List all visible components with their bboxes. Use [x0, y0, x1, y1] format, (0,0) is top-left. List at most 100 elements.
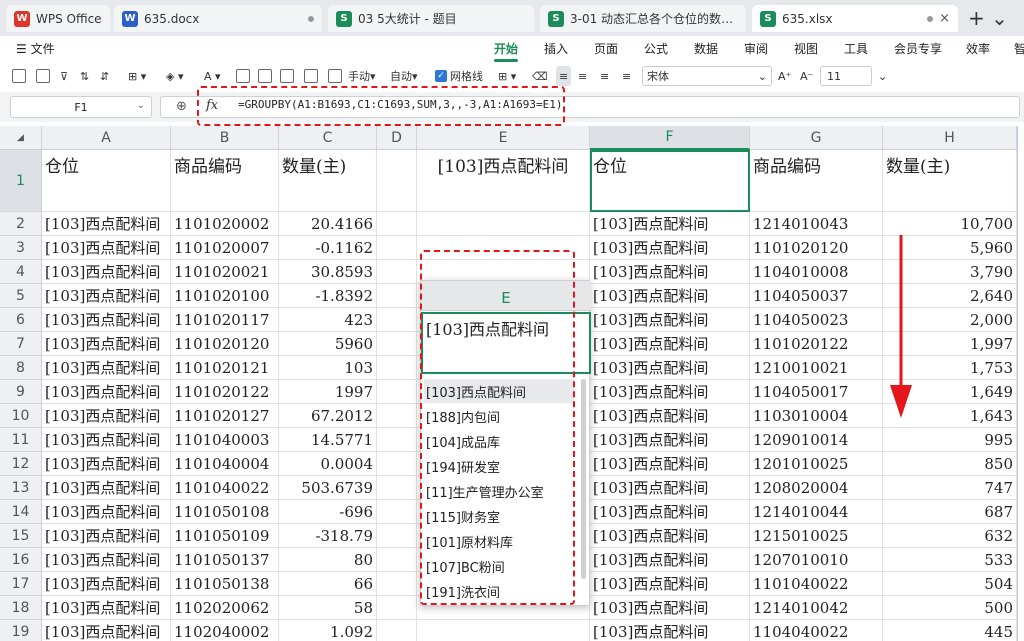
cell-C7[interactable]: 5960	[279, 332, 377, 356]
clear-icon[interactable]: ⌫	[532, 66, 548, 86]
menu-item[interactable]: 审阅	[744, 40, 768, 57]
row-header[interactable]: 15	[0, 524, 42, 548]
cell-C16[interactable]: 80	[279, 548, 377, 572]
menu-item[interactable]: 开始	[494, 40, 518, 57]
cell-G11[interactable]: 1209010014	[750, 428, 883, 452]
cell-A19[interactable]: [103]西点配料间	[42, 620, 171, 641]
column-header-C[interactable]: C	[279, 126, 377, 150]
menu-item[interactable]: 智	[1014, 40, 1024, 57]
cell-E2[interactable]	[417, 212, 590, 236]
align-right-icon[interactable]: ≡	[600, 66, 609, 86]
cell-B19[interactable]: 1102040002	[171, 620, 279, 641]
cell-B16[interactable]: 1101050137	[171, 548, 279, 572]
cell-B7[interactable]: 1101020120	[171, 332, 279, 356]
paint-format-icon[interactable]	[12, 66, 26, 86]
cell-G10[interactable]: 1103010004	[750, 404, 883, 428]
cell-A16[interactable]: [103]西点配料间	[42, 548, 171, 572]
cell-A5[interactable]: [103]西点配料间	[42, 284, 171, 308]
cell-A3[interactable]: [103]西点配料间	[42, 236, 171, 260]
column-header-H[interactable]: H	[883, 126, 1017, 150]
menu-item[interactable]: 插入	[544, 40, 568, 57]
row-header[interactable]: 4	[0, 260, 42, 284]
justify-icon[interactable]: ≡	[622, 66, 631, 86]
row-header[interactable]: 3	[0, 236, 42, 260]
row-header[interactable]: 17	[0, 572, 42, 596]
cell-G19[interactable]: 1104040022	[750, 620, 883, 641]
row-header[interactable]: 12	[0, 452, 42, 476]
row-header[interactable]: 9	[0, 380, 42, 404]
cell-G1[interactable]: 商品编码	[750, 150, 883, 212]
cell-D15[interactable]	[377, 524, 417, 548]
cell-F13[interactable]: [103]西点配料间	[590, 476, 750, 500]
manual-fill-button[interactable]: 手动 ▾	[348, 66, 376, 86]
cell-F4[interactable]: [103]西点配料间	[590, 260, 750, 284]
cell-F15[interactable]: [103]西点配料间	[590, 524, 750, 548]
cell-H12[interactable]: 850	[883, 452, 1017, 476]
cell-B3[interactable]: 1101020007	[171, 236, 279, 260]
tab-3[interactable]: S 03 5大统计 - 题目	[328, 5, 534, 32]
cell-H2[interactable]: 10,700	[883, 212, 1017, 236]
cell-A18[interactable]: [103]西点配料间	[42, 596, 171, 620]
sort-icon[interactable]: ⇅	[80, 66, 89, 86]
cell-H11[interactable]: 995	[883, 428, 1017, 452]
select-all-corner[interactable]: ◢	[0, 126, 42, 150]
freeze-icon[interactable]	[328, 66, 342, 86]
column-header-E[interactable]: E	[417, 126, 590, 150]
cell-B14[interactable]: 1101050108	[171, 500, 279, 524]
cell-C18[interactable]: 58	[279, 596, 377, 620]
cell-G15[interactable]: 1215010025	[750, 524, 883, 548]
table-style-icon[interactable]: ⊞ ▾	[498, 66, 516, 86]
font-size-chevron-icon[interactable]: ⌄	[878, 66, 887, 86]
cell-G3[interactable]: 1101020120	[750, 236, 883, 260]
cell-B17[interactable]: 1101050138	[171, 572, 279, 596]
font-grow-icon[interactable]: A⁺	[778, 66, 791, 86]
cell-A15[interactable]: [103]西点配料间	[42, 524, 171, 548]
cell-C14[interactable]: -696	[279, 500, 377, 524]
cell-B4[interactable]: 1101020021	[171, 260, 279, 284]
cell-F6[interactable]: [103]西点配料间	[590, 308, 750, 332]
cell-C8[interactable]: 103	[279, 356, 377, 380]
cell-D17[interactable]	[377, 572, 417, 596]
cell-C4[interactable]: 30.8593	[279, 260, 377, 284]
cell-C3[interactable]: -0.1162	[279, 236, 377, 260]
cell-G4[interactable]: 1104010008	[750, 260, 883, 284]
cell-A8[interactable]: [103]西点配料间	[42, 356, 171, 380]
cell-G2[interactable]: 1214010043	[750, 212, 883, 236]
close-icon[interactable]: ×	[939, 11, 950, 26]
cell-F8[interactable]: [103]西点配料间	[590, 356, 750, 380]
cell-G9[interactable]: 1104050017	[750, 380, 883, 404]
row-header[interactable]: 6	[0, 308, 42, 332]
align-left-icon[interactable]: ≡	[556, 66, 572, 86]
cell-F14[interactable]: [103]西点配料间	[590, 500, 750, 524]
row-header[interactable]: 13	[0, 476, 42, 500]
cell-G7[interactable]: 1101020122	[750, 332, 883, 356]
cell-F19[interactable]: [103]西点配料间	[590, 620, 750, 641]
cell-C19[interactable]: 1.092	[279, 620, 377, 641]
dropdown-scrollbar[interactable]	[581, 379, 586, 579]
row-header[interactable]: 11	[0, 428, 42, 452]
cell-A4[interactable]: [103]西点配料间	[42, 260, 171, 284]
cell-B11[interactable]: 1101040003	[171, 428, 279, 452]
auto-fill-button[interactable]: 自动 ▾	[390, 66, 418, 86]
cell-A6[interactable]: [103]西点配料间	[42, 308, 171, 332]
row-header[interactable]: 14	[0, 500, 42, 524]
menu-item[interactable]: 页面	[594, 40, 618, 57]
cell-D10[interactable]	[377, 404, 417, 428]
cell-A14[interactable]: [103]西点配料间	[42, 500, 171, 524]
cell-D7[interactable]	[377, 332, 417, 356]
filter-icon[interactable]: ⊽	[60, 66, 68, 86]
cell-A12[interactable]: [103]西点配料间	[42, 452, 171, 476]
cell-D14[interactable]	[377, 500, 417, 524]
cell-D12[interactable]	[377, 452, 417, 476]
cell-H13[interactable]: 747	[883, 476, 1017, 500]
tab-1[interactable]: W WPS Office	[6, 5, 110, 32]
cell-F2[interactable]: [103]西点配料间	[590, 212, 750, 236]
cell-D3[interactable]	[377, 236, 417, 260]
menu-item[interactable]: 数据	[694, 40, 718, 57]
gridlines-checkbox[interactable]: ✓ 网格线	[435, 66, 483, 86]
cell-C2[interactable]: 20.4166	[279, 212, 377, 236]
cell-B2[interactable]: 1101020002	[171, 212, 279, 236]
cell-B13[interactable]: 1101040022	[171, 476, 279, 500]
cell-A10[interactable]: [103]西点配料间	[42, 404, 171, 428]
cell-H18[interactable]: 500	[883, 596, 1017, 620]
